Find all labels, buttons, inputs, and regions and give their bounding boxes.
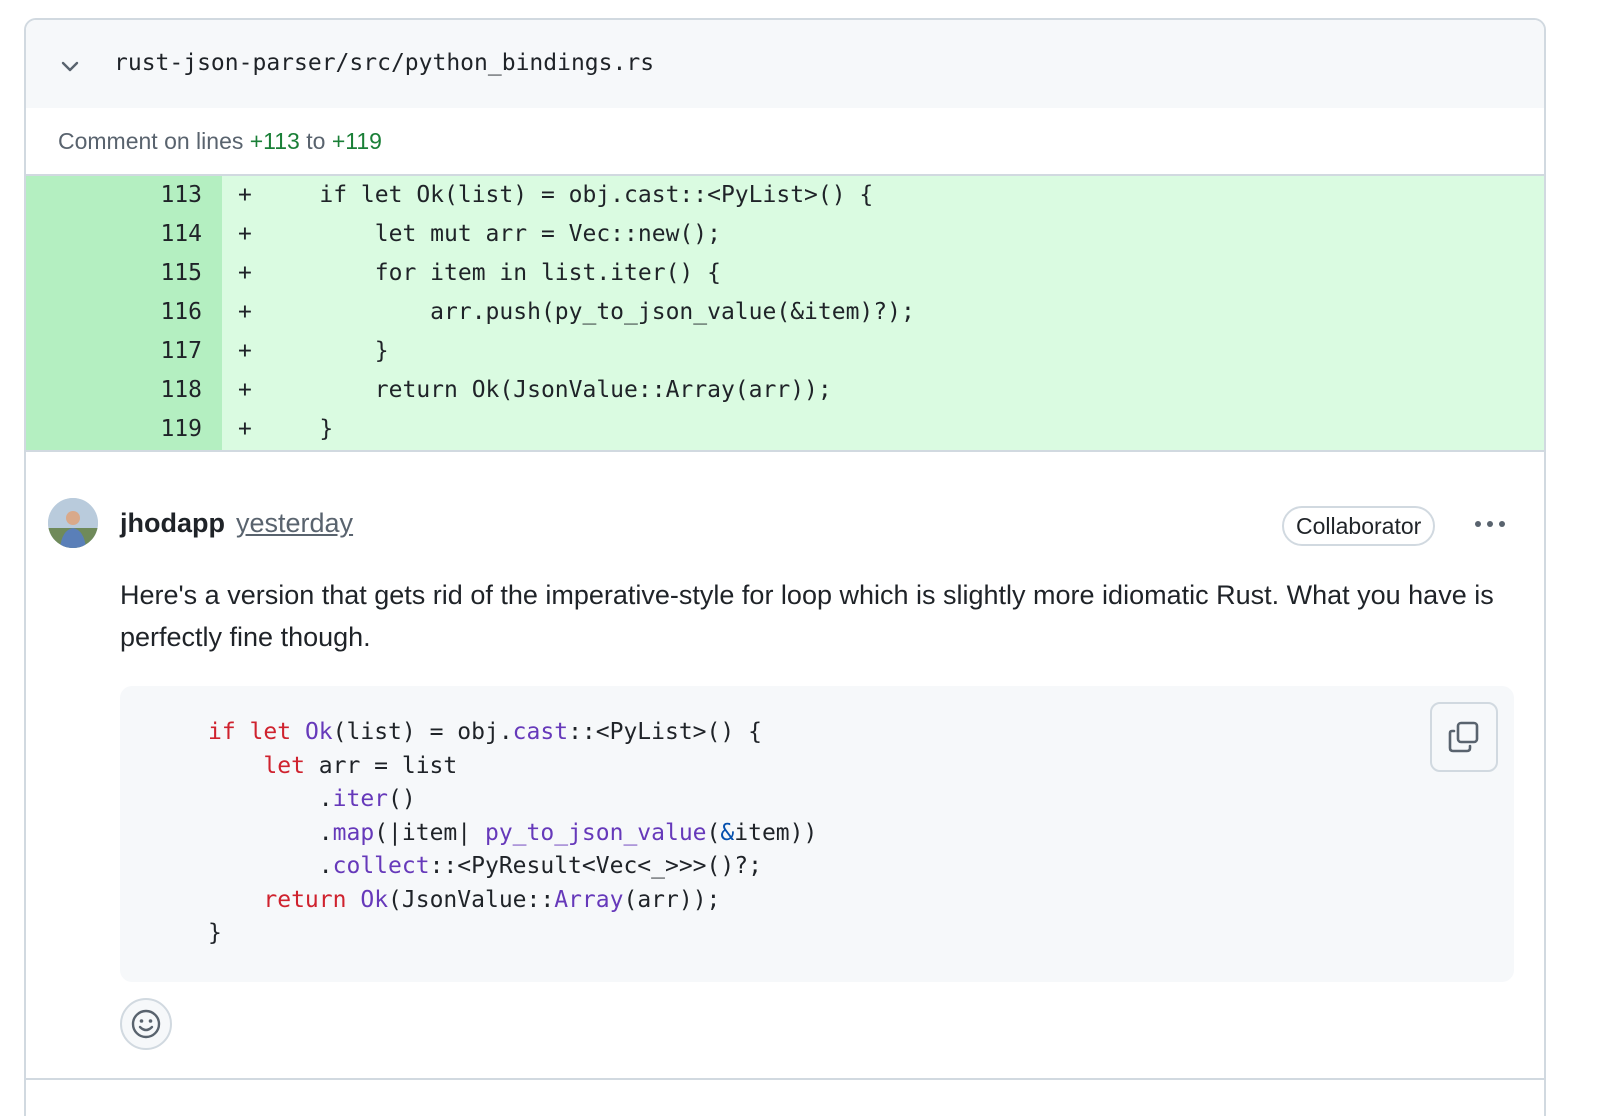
code-token: .: [318, 853, 333, 879]
code-token: .: [318, 819, 333, 846]
diff-line: 119 + }: [26, 410, 1544, 449]
added-marker: +: [238, 221, 252, 247]
line-number[interactable]: 114: [26, 221, 202, 247]
line-number[interactable]: 117: [26, 338, 202, 364]
code-token: collect: [332, 853, 430, 879]
comment-range-start: +113: [249, 128, 300, 154]
code-listing: if let Ok(list) = obj.cast::<PyList>() {…: [208, 716, 817, 951]
code-token: }: [208, 920, 222, 946]
code-token: iter: [332, 786, 389, 812]
comment-line-range: Comment on lines +113 to +119: [26, 108, 1544, 176]
diff-hunk: 113 + if let Ok(list) = obj.cast::<PyLis…: [26, 176, 1544, 452]
code-token: if let: [208, 719, 292, 745]
code-token: ::<PyList>() {: [568, 719, 762, 745]
kebab-horizontal-icon[interactable]: [1470, 508, 1510, 540]
file-header: rust-json-parser/src/python_bindings.rs: [26, 20, 1544, 108]
code-token: (|item|: [374, 819, 485, 846]
code-line: return Ok(JsonValue::Array(arr));: [208, 887, 720, 913]
chevron-down-icon[interactable]: [58, 54, 82, 78]
code-token: Ok: [304, 719, 333, 745]
code-line: if let Ok(list) = obj.cast::<PyList>() {: [208, 719, 762, 745]
avatar-photo-icon: [48, 498, 98, 548]
line-number[interactable]: 119: [26, 416, 202, 442]
comment-timestamp[interactable]: yesterday: [236, 508, 353, 539]
code-token: item)): [734, 819, 818, 846]
comment-range-sep: to: [306, 128, 326, 154]
diff-line: 116 + arr.push(py_to_json_value(&item)?)…: [26, 293, 1544, 332]
added-marker: +: [238, 260, 252, 286]
diff-line: 113 + if let Ok(list) = obj.cast::<PyLis…: [26, 176, 1544, 215]
added-marker: +: [238, 377, 252, 403]
code-line: .map(|item| py_to_json_value(&item)): [208, 819, 818, 846]
code-token: arr = list: [304, 752, 458, 779]
smiley-icon: [131, 1009, 161, 1039]
comment-range-end: +119: [331, 128, 382, 154]
code-token: py_to_json_value: [484, 819, 707, 846]
collaborator-badge: Collaborator: [1282, 506, 1436, 546]
comment-range-prefix: Comment on lines: [58, 128, 244, 154]
add-reaction-button[interactable]: [120, 998, 172, 1050]
comment-body: Here's a version that gets rid of the im…: [120, 580, 1494, 652]
line-number[interactable]: 113: [26, 182, 202, 208]
code-token: (JsonValue::: [388, 886, 555, 913]
suggested-code-block: if let Ok(list) = obj.cast::<PyList>() {…: [120, 686, 1514, 982]
code-token: cast: [512, 719, 569, 745]
code-token: let: [263, 752, 305, 779]
code-token: ::<PyResult<Vec<_>>>()?;: [429, 853, 762, 879]
code-token: &: [720, 819, 735, 846]
added-marker: +: [238, 299, 252, 325]
added-marker: +: [238, 416, 252, 442]
divider: [26, 1078, 1544, 1080]
copy-button[interactable]: [1430, 702, 1498, 772]
diff-line: 117 + }: [26, 332, 1544, 371]
code-line: .collect::<PyResult<Vec<_>>>()?;: [208, 853, 762, 879]
diff-code: for item in list.iter() {: [264, 260, 721, 286]
review-thread: rust-json-parser/src/python_bindings.rs …: [24, 18, 1546, 1116]
diff-code: let mut arr = Vec::new();: [264, 221, 721, 247]
code-token: .: [318, 786, 333, 812]
code-token: (): [388, 786, 416, 812]
line-number[interactable]: 116: [26, 299, 202, 325]
line-number[interactable]: 118: [26, 377, 202, 403]
diff-code: }: [264, 416, 334, 442]
diff-code: arr.push(py_to_json_value(&item)?);: [264, 299, 915, 325]
code-token: Array: [554, 886, 624, 913]
diff-code: if let Ok(list) = obj.cast::<PyList>() {: [264, 182, 874, 208]
added-marker: +: [238, 338, 252, 364]
diff-line: 114 + let mut arr = Vec::new();: [26, 215, 1544, 254]
diff-line: 115 + for item in list.iter() {: [26, 254, 1544, 293]
code-line: let arr = list: [208, 753, 457, 779]
line-number[interactable]: 115: [26, 260, 202, 286]
code-line: .iter(): [208, 786, 416, 812]
diff-code: return Ok(JsonValue::Array(arr));: [264, 377, 832, 403]
code-line: }: [208, 920, 222, 946]
code-token: return: [263, 886, 347, 913]
avatar[interactable]: [48, 498, 98, 548]
added-marker: +: [238, 182, 252, 208]
diff-code: }: [264, 338, 389, 364]
comment-author[interactable]: jhodapp: [120, 508, 225, 539]
code-token: Ok: [360, 886, 389, 913]
diff-line: 118 + return Ok(JsonValue::Array(arr));: [26, 371, 1544, 410]
code-token: (: [706, 819, 721, 846]
code-token: (list) = obj.: [332, 719, 513, 745]
file-path-link[interactable]: rust-json-parser/src/python_bindings.rs: [114, 50, 654, 76]
copy-icon: [1448, 721, 1479, 753]
code-token: map: [332, 819, 375, 846]
code-token: (arr));: [623, 886, 721, 913]
